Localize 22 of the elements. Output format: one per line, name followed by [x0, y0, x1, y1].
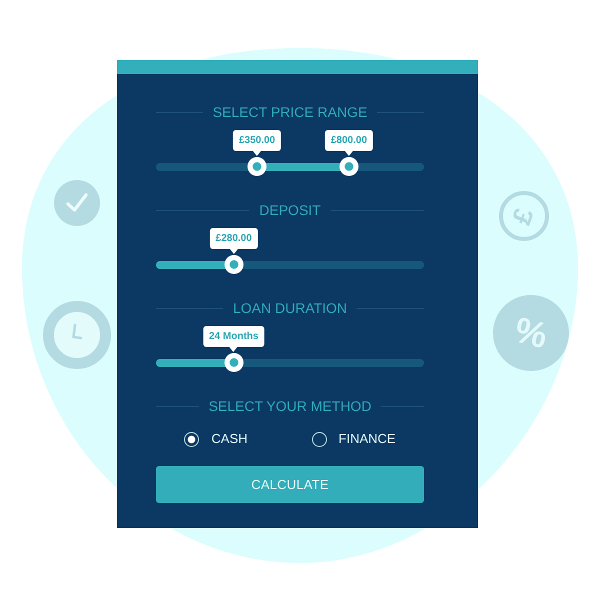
clock-icon: [43, 301, 111, 369]
section-title: SELECT YOUR METHOD: [208, 397, 372, 415]
section-title: DEPOSIT: [259, 201, 321, 219]
slider-thumb[interactable]: [224, 255, 244, 274]
radio-button[interactable]: [312, 432, 327, 446]
value-tooltip: £800.00: [324, 130, 374, 156]
slider-track[interactable]: [156, 353, 424, 372]
value-tooltip: 24 Months: [203, 326, 264, 352]
value-tooltip: £280.00: [210, 228, 258, 254]
value-tooltip: £350.00: [232, 130, 282, 156]
radio-label[interactable]: CASH: [211, 431, 248, 447]
slider-thumb[interactable]: [248, 157, 267, 176]
slider-track[interactable]: [156, 255, 424, 274]
slider-thumb[interactable]: [339, 157, 358, 176]
slider-track[interactable]: [156, 157, 424, 176]
section-title: LOAN DURATION: [232, 299, 348, 317]
radio-label[interactable]: FINANCE: [338, 431, 396, 447]
slider-thumb[interactable]: [224, 353, 244, 372]
radio-button[interactable]: [184, 432, 200, 446]
check-icon: [54, 180, 100, 226]
pound-badge: £: [499, 191, 549, 241]
section-title: SELECT PRICE RANGE: [212, 103, 368, 121]
